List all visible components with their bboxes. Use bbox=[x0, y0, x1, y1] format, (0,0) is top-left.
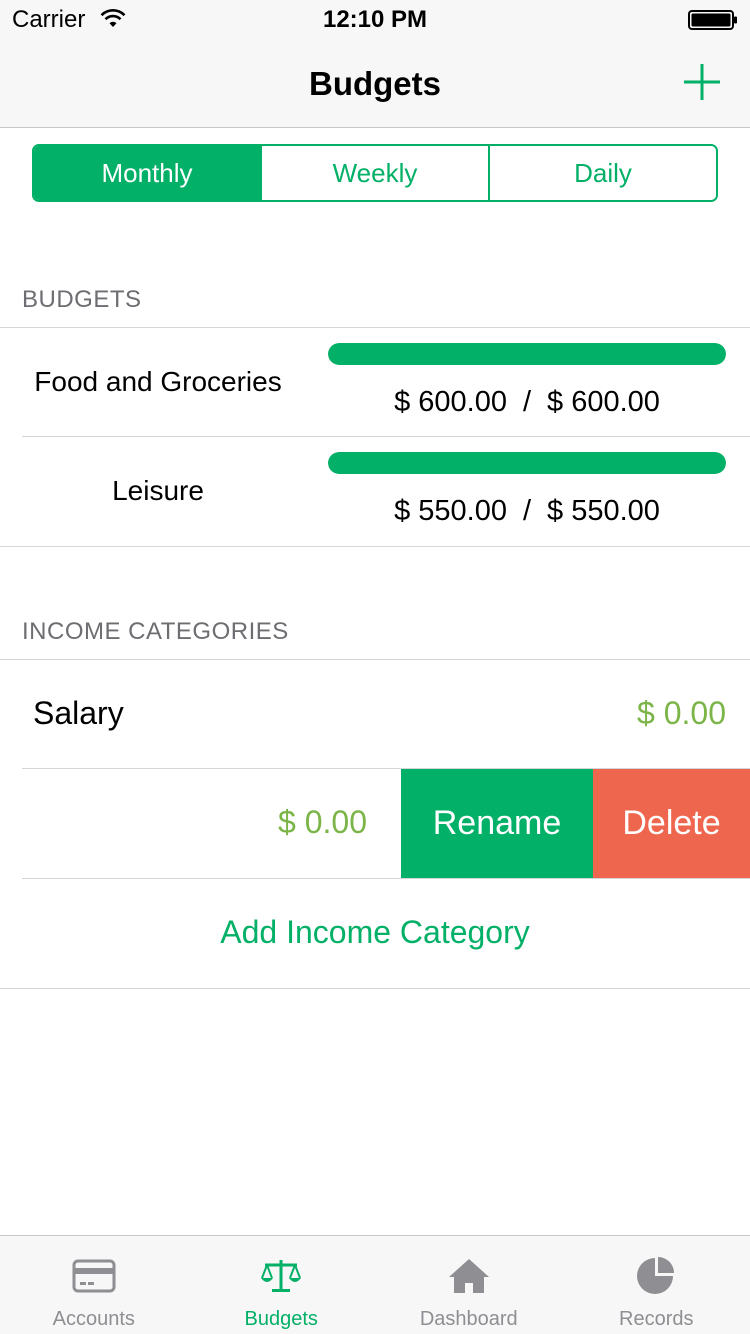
swiped-row-content: $ 0.00 bbox=[22, 769, 401, 878]
income-value: $ 0.00 bbox=[278, 804, 367, 840]
budget-row-food-and-groceries[interactable]: Food and Groceries $ 600.00 / $ 600.00 bbox=[0, 328, 750, 438]
budget-name: Leisure bbox=[112, 475, 204, 506]
tab-label: Accounts bbox=[52, 1308, 135, 1330]
budget-name: Food and Groceries bbox=[34, 366, 282, 397]
tab-dashboard[interactable]: Dashboard bbox=[375, 1236, 563, 1334]
navigation-bar: Budgets bbox=[0, 40, 750, 128]
add-income-category-button[interactable]: Add Income Category bbox=[0, 914, 750, 951]
tab-label: Records bbox=[619, 1308, 694, 1330]
budget-limit: $ 550.00 bbox=[547, 495, 660, 527]
budget-spent: $ 600.00 bbox=[394, 386, 507, 418]
status-bar: Carrier 12:10 PM bbox=[0, 0, 750, 40]
home-icon bbox=[448, 1259, 489, 1293]
income-row-salary[interactable]: Salary $ 0.00 bbox=[0, 660, 750, 769]
budget-spent: $ 550.00 bbox=[394, 495, 507, 527]
segment-weekly[interactable]: Weekly bbox=[260, 146, 488, 200]
page-title: Budgets bbox=[309, 65, 441, 102]
segment-daily[interactable]: Daily bbox=[488, 146, 716, 200]
budget-amounts: $ 600.00 / $ 600.00 bbox=[328, 386, 726, 419]
income-row-swiped[interactable]: $ 0.00 Rename Delete bbox=[0, 769, 750, 878]
income-section-header: INCOME CATEGORIES bbox=[22, 618, 289, 645]
delete-button[interactable]: Delete bbox=[593, 769, 750, 878]
budget-limit: $ 600.00 bbox=[547, 386, 660, 418]
tab-label: Budgets bbox=[244, 1308, 318, 1330]
budgets-section-header: BUDGETS bbox=[22, 286, 142, 313]
period-segmented-control: Monthly Weekly Daily bbox=[32, 144, 718, 202]
budget-separator: / bbox=[522, 386, 532, 418]
add-button[interactable] bbox=[682, 62, 722, 102]
tab-records[interactable]: Records bbox=[563, 1236, 750, 1334]
income-value: $ 0.00 bbox=[637, 695, 726, 731]
tab-bar: Accounts Budgets Dashboard Records bbox=[0, 1235, 750, 1334]
budget-amounts: $ 550.00 / $ 550.00 bbox=[328, 495, 726, 528]
budget-progress-fill bbox=[328, 343, 726, 365]
clock: 12:10 PM bbox=[322, 6, 428, 33]
scales-icon bbox=[261, 1260, 302, 1292]
tab-accounts[interactable]: Accounts bbox=[0, 1236, 188, 1334]
budget-progress-bar bbox=[328, 343, 726, 365]
battery-icon bbox=[688, 10, 737, 30]
budget-separator: / bbox=[522, 495, 532, 527]
segment-monthly[interactable]: Monthly bbox=[34, 146, 260, 200]
tab-budgets[interactable]: Budgets bbox=[188, 1236, 376, 1334]
budget-progress-bar bbox=[328, 452, 726, 474]
income-name: Salary bbox=[33, 695, 124, 731]
rename-button[interactable]: Rename bbox=[401, 769, 593, 878]
credit-card-icon bbox=[72, 1259, 116, 1293]
budget-row-leisure[interactable]: Leisure $ 550.00 / $ 550.00 bbox=[0, 437, 750, 547]
divider bbox=[0, 988, 750, 989]
divider bbox=[0, 546, 750, 547]
pie-chart-icon bbox=[637, 1257, 675, 1294]
tab-label: Dashboard bbox=[419, 1308, 518, 1330]
divider bbox=[22, 878, 750, 879]
budget-progress-fill bbox=[328, 452, 726, 474]
